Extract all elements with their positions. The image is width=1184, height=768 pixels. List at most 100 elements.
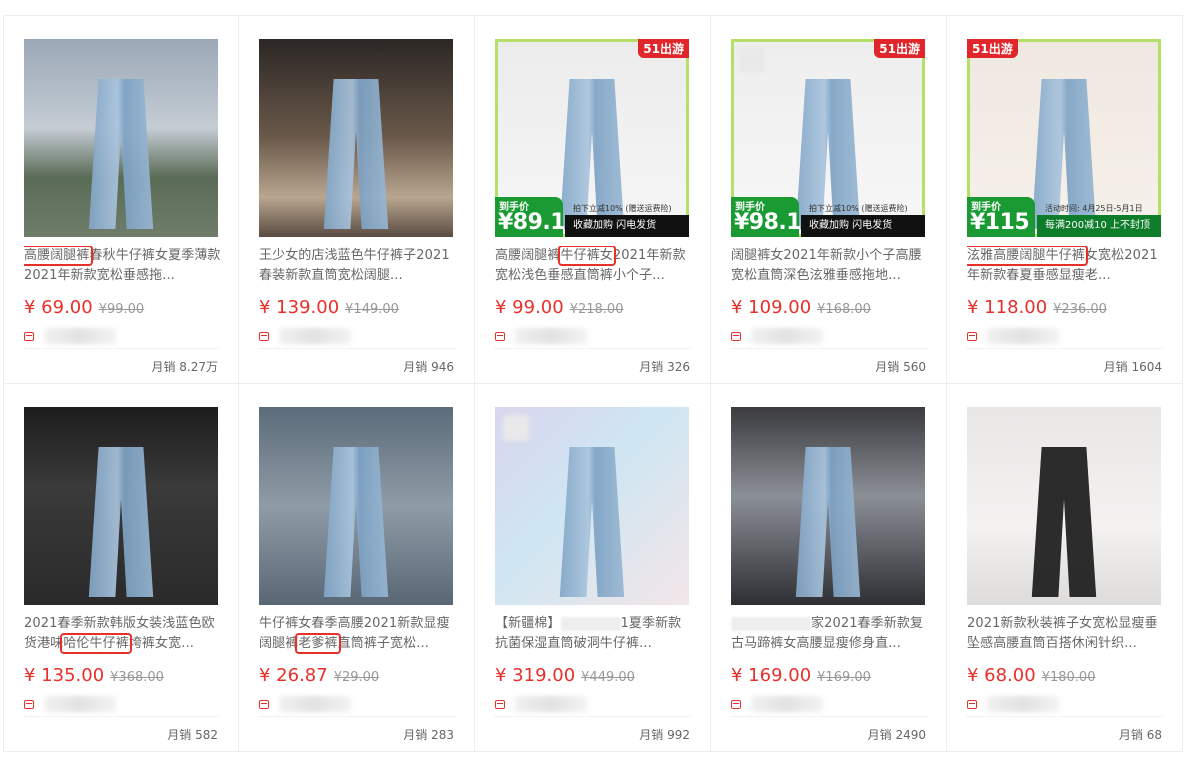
product-title[interactable]: 王少女的店浅蓝色牛仔裤子2021春装新款直筒宽松阔腿... xyxy=(259,246,457,286)
promo-tag: 51出游 xyxy=(967,39,1018,58)
current-price: ¥ 109.00 xyxy=(731,297,812,318)
divider xyxy=(495,348,692,349)
shop-link[interactable] xyxy=(259,694,369,714)
divider xyxy=(24,716,220,717)
divider xyxy=(731,716,928,717)
shop-link[interactable] xyxy=(731,694,841,714)
product-title[interactable]: 【新疆棉】 1夏季新款抗菌保湿直筒破洞牛仔裤... xyxy=(495,614,693,654)
shop-link[interactable] xyxy=(495,326,605,346)
original-price: ¥169.00 xyxy=(817,670,871,685)
shop-link[interactable] xyxy=(259,326,369,346)
jeans-illustration xyxy=(1031,447,1097,597)
promo-price-bar: 到手价 ¥115 活动时间: 4月25日-5月1日 每满200减10 上不封顶 xyxy=(967,195,1161,237)
original-price: ¥99.00 xyxy=(98,302,145,317)
current-price: ¥ 26.87 xyxy=(259,665,328,686)
product-title[interactable]: 高腰阔腿裤牛仔裤女2021年新款宽松浅色垂感直筒裤小个子... xyxy=(495,246,693,286)
product-card[interactable]: 家2021春季新款复古马蹄裤女高腰显瘦修身直... ¥ 169.00 ¥169.00… xyxy=(711,384,947,752)
monthly-sales: 月销 1604 xyxy=(1103,360,1162,374)
original-price: ¥236.00 xyxy=(1053,302,1107,317)
original-price: ¥449.00 xyxy=(581,670,635,685)
shop-name-blurred xyxy=(279,696,351,712)
original-price: ¥149.00 xyxy=(345,302,399,317)
promo-slogan: 每满200减10 上不封顶 xyxy=(1037,215,1161,237)
product-card[interactable]: 王少女的店浅蓝色牛仔裤子2021春装新款直筒宽松阔腿... ¥ 139.00 ¥14… xyxy=(239,16,475,384)
shop-icon xyxy=(24,699,34,709)
product-image[interactable] xyxy=(967,407,1161,605)
final-price-value: ¥115 xyxy=(970,210,1030,235)
product-card[interactable]: 51出游 到手价 ¥89.1 拍下立减10% (赠送运费险) 收藏加购 闪电发货高腰阔腿… xyxy=(475,16,711,384)
shop-link[interactable] xyxy=(967,694,1077,714)
blurred-logo xyxy=(503,415,529,441)
current-price: ¥ 169.00 xyxy=(731,665,812,686)
current-price: ¥ 68.00 xyxy=(967,665,1036,686)
product-card[interactable]: 51出游到手价 ¥115 活动时间: 4月25日-5月1日 每满200减10 上不封顶… xyxy=(947,16,1183,384)
price: ¥ 139.00 ¥149.00 xyxy=(259,297,399,318)
product-title[interactable]: 牛仔裤女春季高腰2021新款显瘦阔腿裤老爹裤直筒裤子宽松... xyxy=(259,614,457,654)
shop-name-blurred xyxy=(751,328,823,344)
price: ¥ 68.00 ¥180.00 xyxy=(967,665,1095,686)
product-image[interactable] xyxy=(259,39,453,237)
monthly-sales: 月销 283 xyxy=(403,728,454,742)
title-text: 垮裤女宽... xyxy=(128,636,194,651)
monthly-sales: 月销 946 xyxy=(403,360,454,374)
current-price: ¥ 99.00 xyxy=(495,297,564,318)
product-image[interactable] xyxy=(24,39,218,237)
final-price-box: 到手价 ¥98.1 xyxy=(731,197,802,237)
product-card[interactable]: 51出游 到手价 ¥98.1 拍下立减10% (赠送运费险) 收藏加购 闪电发货 阔腿裤女… xyxy=(711,16,947,384)
final-price-box: 到手价 ¥115 xyxy=(967,197,1035,237)
divider xyxy=(24,348,220,349)
promo-price-bar: 到手价 ¥89.1 拍下立减10% (赠送运费险) 收藏加购 闪电发货 xyxy=(495,195,689,237)
shop-name-blurred xyxy=(279,328,351,344)
jeans-illustration xyxy=(88,79,154,229)
title-text: 直筒裤子宽松... xyxy=(337,636,429,651)
shop-icon xyxy=(731,331,741,341)
product-title[interactable]: 2021新款秋装裤子女宽松显瘦垂坠感高腰直筒百搭休闲针织... xyxy=(967,614,1165,654)
price: ¥ 109.00 ¥168.00 xyxy=(731,297,871,318)
shop-link[interactable] xyxy=(731,326,841,346)
title-highlight: 泫雅高腰阔腿牛仔裤 xyxy=(967,246,1088,266)
current-price: ¥ 319.00 xyxy=(495,665,576,686)
product-title[interactable]: 高腰阔腿裤春秋牛仔裤女夏季薄款2021年新款宽松垂感拖... xyxy=(24,246,222,286)
product-image[interactable] xyxy=(259,407,453,605)
product-image[interactable]: 51出游 到手价 ¥89.1 拍下立减10% (赠送运费险) 收藏加购 闪电发货 xyxy=(495,39,689,237)
product-grid: 高腰阔腿裤春秋牛仔裤女夏季薄款2021年新款宽松垂感拖... ¥ 69.00 ¥99… xyxy=(3,15,1183,752)
shop-icon xyxy=(495,331,505,341)
shop-link[interactable] xyxy=(24,694,134,714)
shop-icon xyxy=(967,331,977,341)
monthly-sales: 月销 68 xyxy=(1118,728,1162,742)
product-image[interactable] xyxy=(24,407,218,605)
product-title[interactable]: 阔腿裤女2021年新款小个子高腰宽松直筒深色泫雅垂感拖地... xyxy=(731,246,929,286)
shop-name-blurred xyxy=(515,696,587,712)
shop-name-blurred xyxy=(987,328,1059,344)
product-image[interactable] xyxy=(495,407,689,605)
shop-link[interactable] xyxy=(24,326,134,346)
monthly-sales: 月销 2490 xyxy=(867,728,926,742)
product-image[interactable] xyxy=(731,407,925,605)
title-highlight: 牛仔裤女 xyxy=(557,246,616,266)
promo-price-bar: 到手价 ¥98.1 拍下立减10% (赠送运费险) 收藏加购 闪电发货 xyxy=(731,195,925,237)
jeans-illustration xyxy=(795,447,861,597)
product-image[interactable]: 51出游 到手价 ¥98.1 拍下立减10% (赠送运费险) 收藏加购 闪电发货 xyxy=(731,39,925,237)
shop-link[interactable] xyxy=(967,326,1077,346)
jeans-illustration xyxy=(88,447,154,597)
product-card[interactable]: 【新疆棉】 1夏季新款抗菌保湿直筒破洞牛仔裤... ¥ 319.00 ¥449.00 月… xyxy=(475,384,711,752)
promo-slogan: 收藏加购 闪电发货 xyxy=(565,215,689,237)
original-price: ¥218.00 xyxy=(569,302,624,317)
product-image[interactable]: 51出游到手价 ¥115 活动时间: 4月25日-5月1日 每满200减10 上不封顶 xyxy=(967,39,1161,237)
title-text: 2021新款秋装裤子女宽松显瘦垂坠感高腰直筒百搭休闲针织... xyxy=(967,616,1158,651)
product-title[interactable]: 家2021春季新款复古马蹄裤女高腰显瘦修身直... xyxy=(731,614,929,654)
current-price: ¥ 69.00 xyxy=(24,297,93,318)
product-title[interactable]: 泫雅高腰阔腿牛仔裤女宽松2021年新款春夏垂感显瘦老... xyxy=(967,246,1165,286)
product-card[interactable]: 2021春季新款韩版女装浅蓝色欧货港味哈伦牛仔裤垮裤女宽... ¥ 135.00 ¥… xyxy=(3,384,239,752)
product-card[interactable]: 牛仔裤女春季高腰2021新款显瘦阔腿裤老爹裤直筒裤子宽松... ¥ 26.87 ¥2… xyxy=(239,384,475,752)
product-card[interactable]: 2021新款秋装裤子女宽松显瘦垂坠感高腰直筒百搭休闲针织... ¥ 68.00 ¥1… xyxy=(947,384,1183,752)
shop-link[interactable] xyxy=(495,694,605,714)
product-card[interactable]: 高腰阔腿裤春秋牛仔裤女夏季薄款2021年新款宽松垂感拖... ¥ 69.00 ¥99… xyxy=(3,16,239,384)
price: ¥ 99.00 ¥218.00 xyxy=(495,297,623,318)
promo-note: 拍下立减10% (赠送运费险) xyxy=(809,204,908,213)
monthly-sales: 月销 992 xyxy=(639,728,690,742)
jeans-illustration xyxy=(559,447,625,597)
shop-name-blurred xyxy=(987,696,1059,712)
promo-tag: 51出游 xyxy=(874,39,925,58)
product-title[interactable]: 2021春季新款韩版女装浅蓝色欧货港味哈伦牛仔裤垮裤女宽... xyxy=(24,614,222,654)
